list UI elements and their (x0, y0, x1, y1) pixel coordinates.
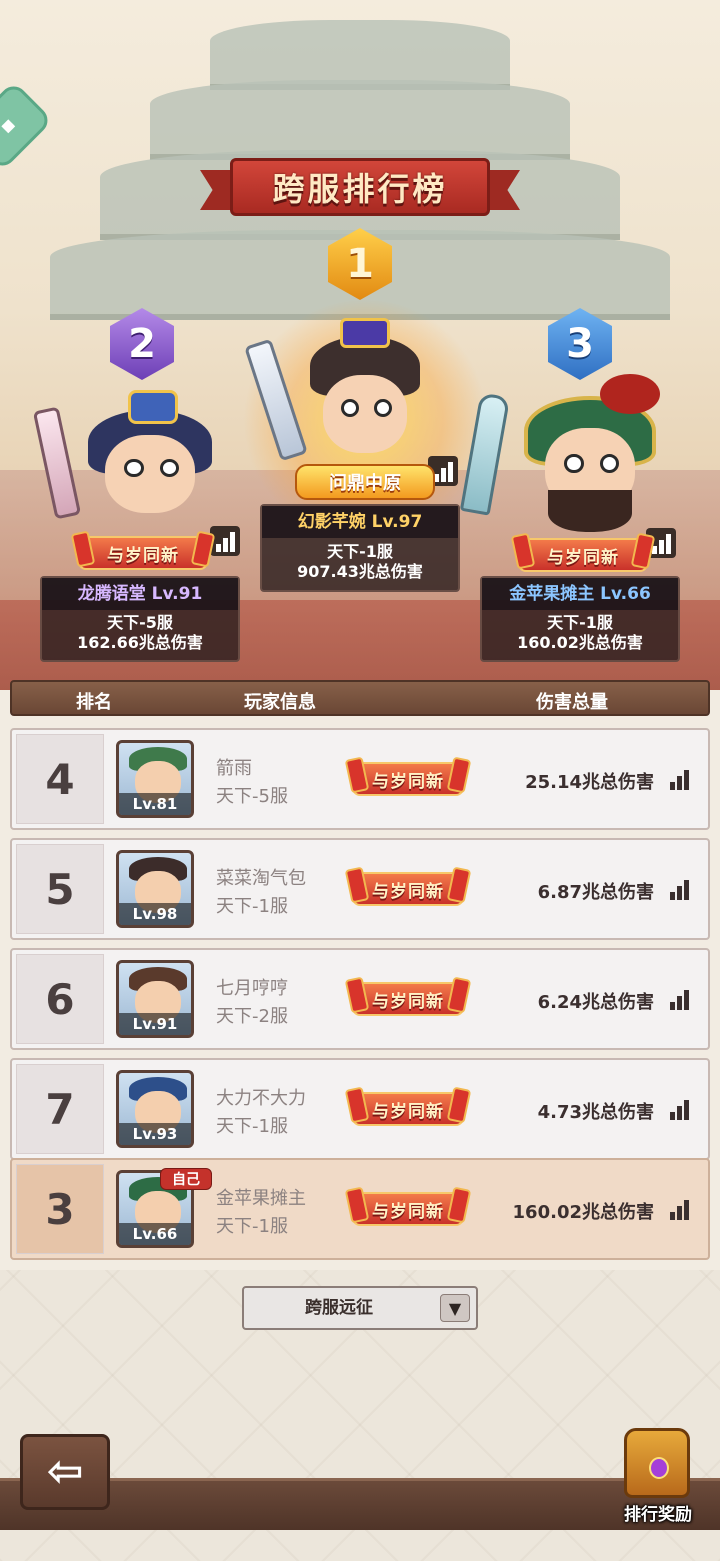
self-ranking-row[interactable]: 3 Lv.66 自己 金苹果摊主 天下-1服 与岁同新 160.02兆总伤害 (10, 1158, 710, 1260)
avatar-level: Lv.66 (119, 1223, 191, 1245)
player-server: 天下-1服 (547, 613, 613, 632)
player-server: 天下-1服 (216, 1116, 288, 1137)
title-badge-rank-1: 问鼎中原 (295, 464, 435, 500)
ranking-row[interactable]: 6 Lv.91 七月哼哼 天下-2服 与岁同新 6.24兆总伤害 (10, 948, 710, 1050)
player-damage: 160.02兆总伤害 (517, 633, 643, 652)
podium-card-rank-2[interactable]: 龙腾语堂 Lv.91 天下-5服 162.66兆总伤害 (40, 576, 240, 662)
title-badge: 与岁同新 (352, 982, 464, 1016)
row-rank: 4 (16, 734, 104, 824)
row-rank: 3 (16, 1164, 104, 1254)
back-button[interactable]: ⇦ (20, 1434, 110, 1510)
title-badge-rank-2: 与岁同新 (78, 536, 208, 570)
ranking-row[interactable]: 7 Lv.93 大力不大力 天下-1服 与岁同新 4.73兆总伤害 (10, 1058, 710, 1160)
ranking-row[interactable]: 4 Lv.81 箭雨 天下-5服 与岁同新 25.14兆总伤害 (10, 728, 710, 830)
player-name: 菜菜淘气包 (216, 868, 306, 889)
player-server: 天下-5服 (216, 786, 288, 807)
player-damage: 25.14兆总伤害 (525, 772, 654, 793)
avatar[interactable]: Lv.93 (116, 1070, 194, 1148)
player-name: 金苹果摊主 (216, 1188, 306, 1209)
avatar-level: Lv.93 (119, 1123, 191, 1145)
row-rank: 5 (16, 844, 104, 934)
avatar[interactable]: Lv.81 (116, 740, 194, 818)
title-banner: 跨服排行榜 (200, 150, 520, 222)
treasure-chest-icon (624, 1428, 690, 1498)
avatar-level: Lv.91 (119, 1013, 191, 1035)
podium-card-rank-3[interactable]: 金苹果摊主 Lv.66 天下-1服 160.02兆总伤害 (480, 576, 680, 662)
player-name: 幻影芊婉 Lv.97 (262, 506, 458, 538)
ranking-reward-button[interactable]: 排行奖励 (610, 1428, 706, 1528)
player-server: 天下-5服 (107, 613, 173, 632)
ranking-table-header: 排名 玩家信息 伤害总量 (10, 680, 710, 716)
ranking-row[interactable]: 5 Lv.98 菜菜淘气包 天下-1服 与岁同新 6.87兆总伤害 (10, 838, 710, 940)
page-title: 跨服排行榜 (272, 170, 448, 208)
player-damage: 162.66兆总伤害 (77, 633, 203, 652)
player-damage: 4.73兆总伤害 (537, 1102, 654, 1123)
header-damage: 伤害总量 (536, 692, 608, 713)
title-badge: 与岁同新 (352, 872, 464, 906)
hero-rank-3[interactable] (510, 374, 670, 540)
header-player: 玩家信息 (244, 692, 316, 713)
stats-icon[interactable] (210, 526, 240, 556)
mode-dropdown[interactable]: 跨服远征 ▼ (242, 1286, 478, 1330)
avatar[interactable]: Lv.98 (116, 850, 194, 928)
title-badge: 与岁同新 (352, 1092, 464, 1126)
row-rank: 7 (16, 1064, 104, 1154)
title-badge: 与岁同新 (352, 1192, 464, 1226)
player-damage: 6.24兆总伤害 (537, 992, 654, 1013)
player-server: 天下-1服 (216, 896, 288, 917)
player-server: 天下-1服 (216, 1216, 288, 1237)
dropdown-selected: 跨服远征 (305, 1298, 373, 1318)
avatar[interactable]: Lv.91 (116, 960, 194, 1038)
player-server: 天下-1服 (327, 542, 393, 561)
self-badge: 自己 (160, 1168, 212, 1190)
row-rank: 6 (16, 954, 104, 1044)
stats-icon[interactable] (664, 874, 694, 904)
title-badge-rank-3: 与岁同新 (518, 538, 648, 572)
ranking-reward-label: 排行奖励 (624, 1505, 692, 1525)
podium-card-rank-1[interactable]: 幻影芊婉 Lv.97 天下-1服 907.43兆总伤害 (260, 504, 460, 592)
stats-icon[interactable] (664, 984, 694, 1014)
player-name: 七月哼哼 (216, 978, 288, 999)
stats-icon[interactable] (664, 764, 694, 794)
player-name: 金苹果摊主 Lv.66 (482, 578, 678, 610)
avatar-level: Lv.81 (119, 793, 191, 815)
hero-rank-1[interactable] (290, 318, 440, 480)
player-name: 龙腾语堂 Lv.91 (42, 578, 238, 610)
player-name: 箭雨 (216, 758, 252, 779)
stats-icon[interactable] (664, 1094, 694, 1124)
player-damage: 160.02兆总伤害 (512, 1202, 654, 1223)
player-server: 天下-2服 (216, 1006, 288, 1027)
arrow-left-icon: ⇦ (46, 1446, 84, 1497)
stats-icon[interactable] (664, 1194, 694, 1224)
hero-rank-2[interactable] (70, 390, 230, 540)
chevron-down-icon[interactable]: ▼ (440, 1294, 470, 1322)
title-badge: 与岁同新 (352, 762, 464, 796)
gamepad-icon: ◆ (1, 115, 16, 137)
player-name: 大力不大力 (216, 1088, 306, 1109)
player-damage: 6.87兆总伤害 (537, 882, 654, 903)
avatar-level: Lv.98 (119, 903, 191, 925)
player-damage: 907.43兆总伤害 (297, 562, 423, 581)
header-rank: 排名 (76, 692, 112, 713)
